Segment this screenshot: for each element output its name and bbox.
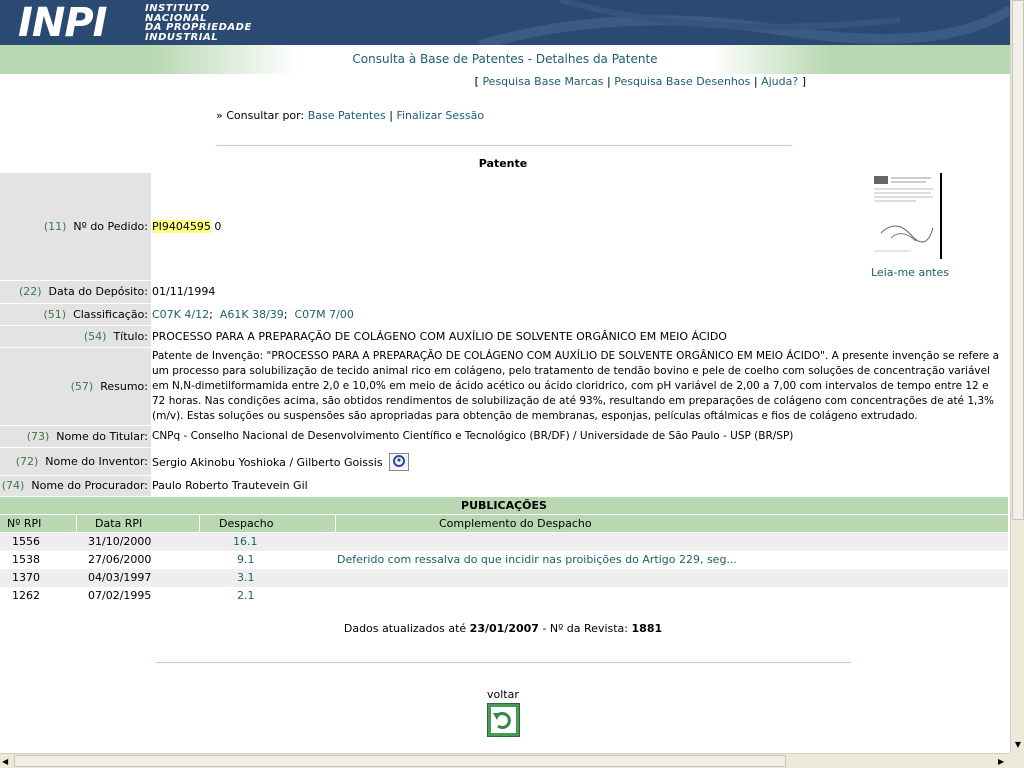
back-arrow-icon: [493, 712, 511, 729]
voltar-label: voltar: [487, 688, 519, 701]
last-updated: Dados atualizados até 23/01/2007 - Nº da…: [343, 622, 663, 635]
inventor-value: Sergio Akinobu Yoshioka / Gilberto Goiss…: [152, 456, 383, 469]
despacho-link[interactable]: 3.1: [237, 569, 255, 587]
divider: [156, 662, 851, 663]
consult-bar: » Consultar por: Base Patentes | Finaliz…: [216, 109, 485, 122]
leia-me-antes-link[interactable]: Leia-me antes: [871, 266, 949, 279]
scroll-thumb[interactable]: [1012, 0, 1024, 520]
complemento-link[interactable]: Deferido com ressalva do que incidir nas…: [337, 551, 737, 569]
col-header-rpi: Nº RPI: [7, 517, 42, 530]
site-header: INPI INSTITUTO NACIONAL DA PROPRIEDADE I…: [0, 0, 1010, 45]
link-pesquisa-marcas[interactable]: Pesquisa Base Marcas: [482, 75, 603, 88]
row-classificacao: (51) Classificação: C07K 4/12; A61K 38/3…: [0, 304, 1008, 325]
row-procurador: (74) Nome do Procurador: Paulo Roberto T…: [0, 476, 1008, 496]
scroll-right-icon[interactable]: ▶: [998, 755, 1004, 768]
deposito-value: 01/11/1994: [152, 285, 216, 298]
table-row: 1556 31/10/2000 16.1: [0, 533, 1008, 551]
vertical-scrollbar[interactable]: ▼: [1010, 0, 1024, 753]
resumo-value: Patente de Invenção: "PROCESSO PARA A PR…: [152, 350, 1000, 422]
scroll-down-icon[interactable]: ▼: [1012, 739, 1024, 751]
top-nav: [ Pesquisa Base Marcas | Pesquisa Base D…: [474, 75, 806, 88]
row-pedido: (11) Nº do Pedido: PI9404595 0: [0, 173, 1008, 280]
horizontal-scrollbar[interactable]: ◀ ▶: [0, 753, 1010, 768]
table-row: 1370 04/03/1997 3.1: [0, 569, 1008, 587]
despacho-link[interactable]: 9.1: [237, 551, 255, 569]
voltar-button[interactable]: [487, 703, 520, 737]
despacho-link[interactable]: 2.1: [237, 587, 255, 605]
col-header-despacho: Despacho: [219, 517, 274, 530]
row-deposito: (22) Data do Depósito: 01/11/1994: [0, 281, 1008, 303]
divider: [216, 145, 792, 146]
row-inventor: (72) Nome do Inventor: Sergio Akinobu Yo…: [0, 448, 1008, 475]
scroll-left-icon[interactable]: ◀: [2, 755, 8, 768]
link-finalizar-sessao[interactable]: Finalizar Sessão: [396, 109, 484, 122]
section-title: Patente: [478, 157, 528, 170]
inpi-logo-text: INSTITUTO NACIONAL DA PROPRIEDADE INDUST…: [145, 3, 252, 43]
titulo-value: PROCESSO PARA A PREPARAÇÃO DE COLÁGENO C…: [152, 330, 727, 343]
inventor-search-icon[interactable]: [389, 453, 410, 471]
col-header-complemento: Complemento do Despacho: [439, 517, 592, 530]
link-ajuda[interactable]: Ajuda?: [761, 75, 798, 88]
pedido-number: PI9404595: [152, 220, 211, 233]
col-header-data: Data RPI: [95, 517, 143, 530]
table-row: 1538 27/06/2000 9.1 Deferido com ressalv…: [0, 551, 1008, 569]
titular-value: CNPq - Conselho Nacional de Desenvolvime…: [152, 430, 794, 442]
scrollbar-corner: [1010, 753, 1024, 768]
publicacoes-title: PUBLICAÇÕES: [0, 497, 1008, 514]
table-row: 1262 07/02/1995 2.1: [0, 587, 1008, 605]
classificacao-link[interactable]: C07K 4/12: [152, 308, 209, 321]
despacho-link[interactable]: 16.1: [233, 533, 258, 551]
document-thumbnail[interactable]: [871, 173, 943, 259]
link-base-patentes[interactable]: Base Patentes: [308, 109, 386, 122]
inpi-logo[interactable]: INPI: [18, 2, 108, 44]
row-resumo: (57) Resumo: Patente de Invenção: "PROCE…: [0, 348, 1008, 425]
classificacao-link[interactable]: A61K 38/39: [220, 308, 284, 321]
row-titulo: (54) Título: PROCESSO PARA A PREPARAÇÃO …: [0, 326, 1008, 347]
link-pesquisa-desenhos[interactable]: Pesquisa Base Desenhos: [614, 75, 750, 88]
row-titular: (73) Nome do Titular: CNPq - Conselho Na…: [0, 426, 1008, 447]
procurador-value: Paulo Roberto Trautevein Gil: [152, 479, 308, 492]
scroll-thumb[interactable]: [14, 755, 786, 767]
publicacoes-header-row: Nº RPI Data RPI Despacho Complemento do …: [0, 515, 1008, 532]
classificacao-link[interactable]: C07M 7/00: [294, 308, 353, 321]
page-title: Consulta à Base de Patentes - Detalhes d…: [352, 52, 658, 66]
